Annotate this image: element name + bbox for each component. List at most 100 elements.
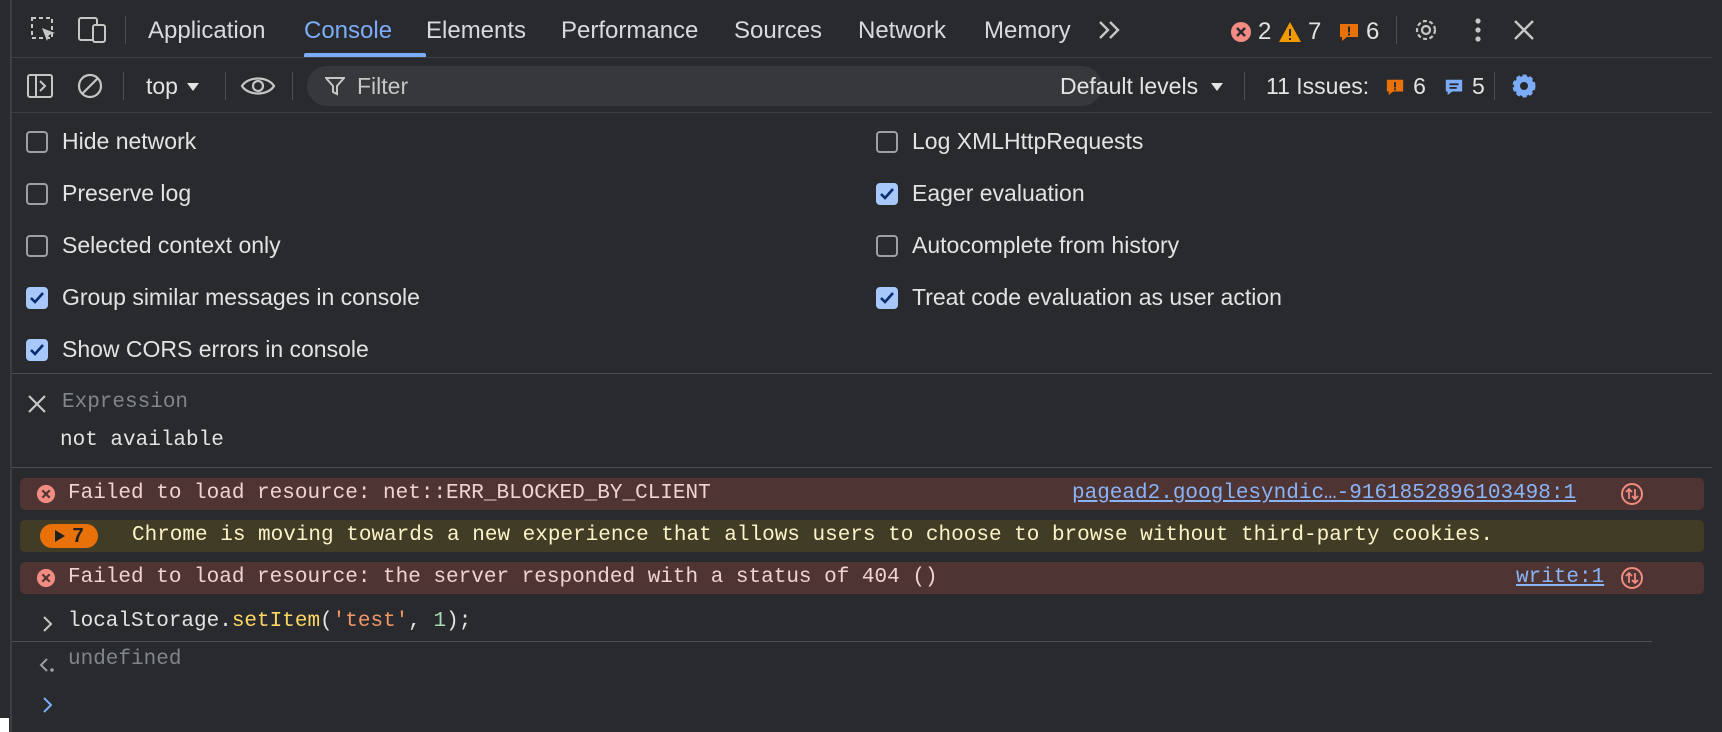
console-message-error[interactable]: Failed to load resource: the server resp…: [20, 562, 1704, 594]
context-selector-label: top: [146, 73, 178, 99]
eager-evaluation-option[interactable]: Eager evaluation: [876, 180, 1085, 207]
log-xhr-checkbox[interactable]: [876, 130, 898, 153]
network-request-icon[interactable]: [1620, 566, 1644, 590]
user-action-option[interactable]: Treat code evaluation as user action: [876, 284, 1282, 311]
more-options-icon[interactable]: [1462, 14, 1494, 46]
console-message-warning[interactable]: 7 Chrome is moving towards a new experie…: [20, 520, 1704, 552]
tab-console[interactable]: Console: [304, 17, 392, 45]
checkmark-icon: [880, 187, 894, 200]
message-source-link[interactable]: pagead2.googlesyndic…-9161852896103498:1: [1072, 482, 1576, 505]
option-label: Hide network: [62, 128, 197, 154]
tab-sources[interactable]: Sources: [734, 17, 822, 45]
expression-value: not available: [60, 429, 224, 452]
window-right-edge: [1712, 0, 1722, 732]
cors-errors-checkbox[interactable]: [26, 338, 48, 361]
console-settings-gear-icon[interactable]: [1508, 70, 1540, 102]
tab-memory[interactable]: Memory: [984, 17, 1071, 45]
warning-counter[interactable]: 7: [1278, 18, 1321, 46]
window-left-edge: [0, 0, 12, 732]
message-source-link[interactable]: write:1: [1516, 566, 1604, 589]
log-levels-label: Default levels: [1060, 73, 1199, 99]
repl-prompt[interactable]: [12, 692, 1712, 722]
group-similar-checkbox[interactable]: [26, 286, 48, 309]
tab-network[interactable]: Network: [858, 17, 946, 45]
error-counter[interactable]: 2: [1230, 18, 1271, 46]
result-value: undefined: [68, 648, 182, 671]
live-expression-eye-icon[interactable]: [240, 70, 276, 102]
eager-evaluation-checkbox[interactable]: [876, 182, 898, 205]
devtools-tab-bar: Application Console Elements Performance…: [12, 0, 1712, 58]
code-string: 'test': [332, 610, 409, 633]
error-count: 2: [1258, 18, 1272, 45]
warning-icon: [1279, 22, 1301, 42]
repl-result-line: undefined: [12, 648, 1712, 678]
option-label: Log XMLHttpRequests: [912, 128, 1144, 154]
inspect-element-icon[interactable]: [28, 14, 60, 46]
dropdown-arrow-icon: [1211, 82, 1224, 91]
network-request-icon[interactable]: [1620, 482, 1644, 506]
option-label: Group similar messages in console: [62, 284, 420, 310]
code-method: setItem: [231, 610, 321, 633]
error-icon: [1231, 22, 1251, 42]
console-toolbar: top Default levels 11 Issues: 6 5: [12, 59, 1712, 113]
checkmark-icon: [880, 291, 894, 304]
counter-divider: [1396, 16, 1397, 44]
hide-network-option[interactable]: Hide network: [26, 128, 196, 155]
autocomplete-history-checkbox[interactable]: [876, 234, 898, 257]
tab-application[interactable]: Application: [148, 17, 265, 45]
expression-placeholder[interactable]: Expression: [62, 391, 188, 414]
hide-network-checkbox[interactable]: [26, 130, 48, 153]
issues-label: 11 Issues:: [1266, 73, 1370, 99]
code-number: 1: [433, 610, 447, 633]
filter-box[interactable]: [307, 66, 1102, 106]
remove-expression-close-icon[interactable]: [26, 393, 48, 420]
toolbar-divider: [1494, 72, 1495, 100]
console-message-error[interactable]: Failed to load resource: net::ERR_BLOCKE…: [20, 478, 1704, 510]
issue-counter[interactable]: 6: [1338, 18, 1379, 46]
filter-input[interactable]: [357, 72, 1057, 100]
cors-errors-option[interactable]: Show CORS errors in console: [26, 336, 369, 363]
device-toolbar-icon[interactable]: [76, 14, 108, 46]
devtools-window: Application Console Elements Performance…: [12, 0, 1712, 732]
selected-context-checkbox[interactable]: [26, 234, 48, 257]
code-object: localStorage.: [68, 610, 232, 633]
more-tabs-chevron-icon[interactable]: [1094, 14, 1126, 46]
issue-warning-icon: [1386, 79, 1404, 95]
selected-context-option[interactable]: Selected context only: [26, 232, 281, 259]
active-tab-indicator: [304, 53, 426, 57]
filter-funnel-icon: [325, 77, 345, 96]
option-label: Preserve log: [62, 180, 192, 206]
group-similar-option[interactable]: Group similar messages in console: [26, 284, 420, 311]
input-chevron-icon: [43, 616, 53, 632]
settings-gear-icon[interactable]: [1410, 14, 1442, 46]
preserve-log-checkbox[interactable]: [26, 182, 48, 205]
live-expression-panel: Expression not available: [12, 375, 1712, 468]
autocomplete-history-option[interactable]: Autocomplete from history: [876, 232, 1179, 259]
repeat-count: 7: [72, 524, 84, 547]
clear-console-icon[interactable]: [74, 70, 106, 102]
sidebar-toggle-icon[interactable]: [24, 70, 56, 102]
dropdown-arrow-icon: [186, 82, 199, 91]
tab-elements[interactable]: Elements: [426, 17, 526, 45]
repeat-count-badge[interactable]: 7: [40, 524, 98, 548]
message-text: Chrome is moving towards a new experienc…: [132, 524, 1494, 547]
tab-divider: [125, 16, 126, 44]
code-separator: ,: [408, 610, 434, 633]
context-selector[interactable]: top: [146, 73, 200, 100]
tab-performance[interactable]: Performance: [561, 17, 698, 45]
result-arrow-icon: [39, 658, 54, 672]
toolbar-divider: [292, 72, 293, 100]
message-text: Failed to load resource: the server resp…: [68, 566, 938, 589]
close-devtools-icon[interactable]: [1508, 14, 1540, 46]
preserve-log-option[interactable]: Preserve log: [26, 180, 191, 207]
issues-summary[interactable]: 11 Issues: 6 5: [1266, 73, 1485, 100]
log-levels-dropdown[interactable]: Default levels: [1060, 73, 1224, 100]
option-label: Treat code evaluation as user action: [912, 284, 1282, 310]
option-label: Eager evaluation: [912, 180, 1085, 206]
issues-warn-count: 6: [1413, 73, 1426, 99]
repl-input-line[interactable]: localStorage.setItem('test', 1);: [12, 608, 1652, 642]
option-label: Selected context only: [62, 232, 281, 258]
warning-count: 7: [1308, 18, 1322, 45]
user-action-checkbox[interactable]: [876, 286, 898, 309]
log-xhr-option[interactable]: Log XMLHttpRequests: [876, 128, 1143, 155]
